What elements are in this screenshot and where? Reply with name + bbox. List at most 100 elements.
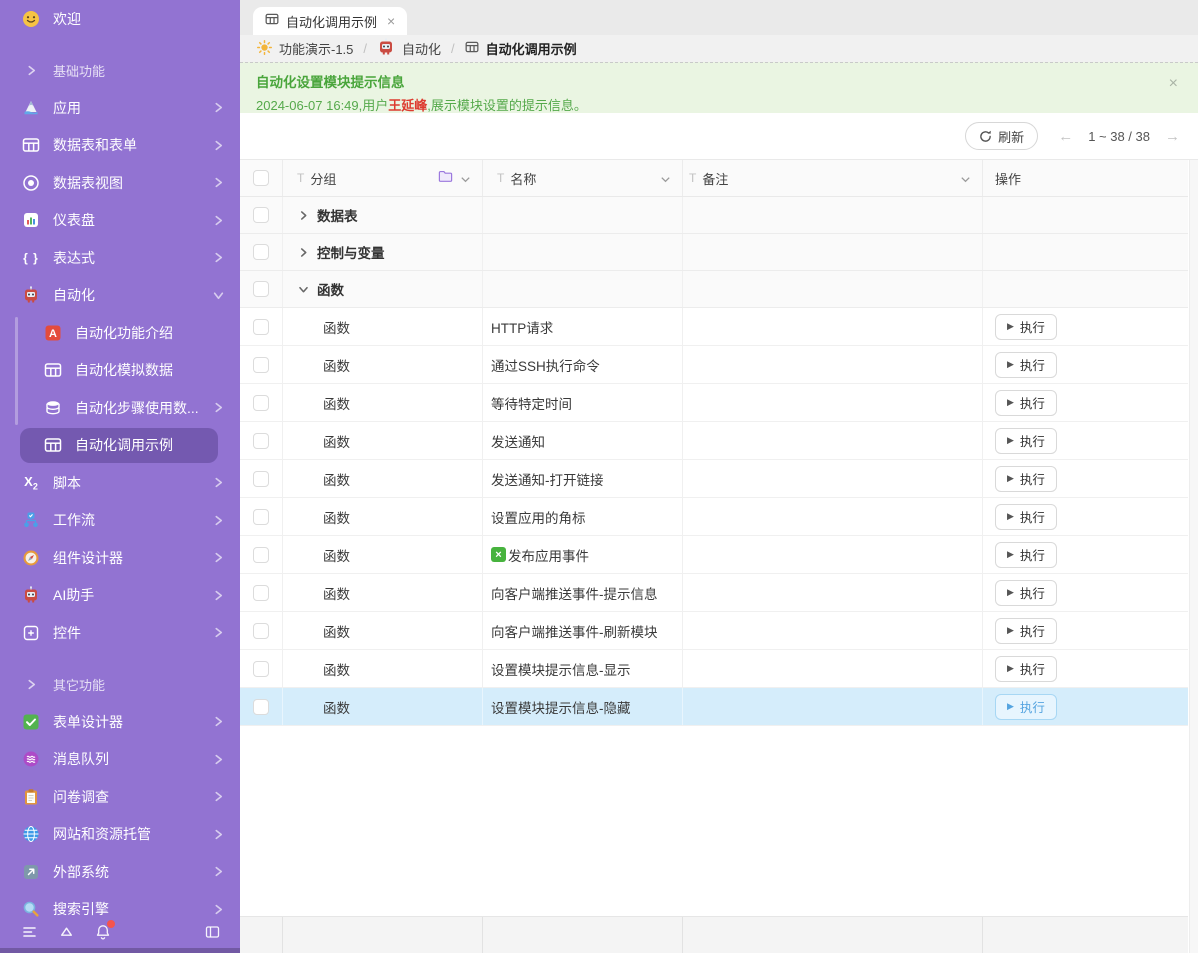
sidebar-section-17[interactable]: 其它功能 — [0, 666, 240, 704]
table-row-12[interactable]: 函数设置模块提示信息-显示▶执行 — [240, 650, 1188, 688]
sidebar-item-label: 工作流 — [53, 510, 213, 530]
table-row-9[interactable]: 函数×发布应用事件▶执行 — [240, 536, 1188, 574]
bell-icon[interactable] — [95, 924, 111, 940]
sidebar-item-15[interactable]: AI助手 — [0, 577, 240, 615]
select-all-checkbox[interactable] — [253, 170, 269, 186]
table-row-5[interactable]: 函数等待特定时间▶执行 — [240, 384, 1188, 422]
name-cell: ×发布应用事件 — [483, 536, 683, 573]
sidebar-item-20[interactable]: 问卷调查 — [0, 778, 240, 816]
execute-button[interactable]: ▶执行 — [995, 390, 1057, 416]
close-icon[interactable]: × — [387, 14, 395, 28]
prev-page-icon[interactable]: ← — [1058, 128, 1073, 145]
group-row-0[interactable]: 数据表 — [240, 197, 1188, 234]
app-root: 欢迎基础功能应用数据表和表单数据表视图仪表盘{ }表达式自动化A自动化功能介绍自… — [0, 0, 1198, 953]
row-checkbox[interactable] — [253, 433, 269, 449]
execute-button[interactable]: ▶执行 — [995, 580, 1057, 606]
table-row-8[interactable]: 函数设置应用的角标▶执行 — [240, 498, 1188, 536]
sidebar-item-5[interactable]: 仪表盘 — [0, 202, 240, 240]
execute-button[interactable]: ▶执行 — [995, 504, 1057, 530]
row-checkbox[interactable] — [253, 509, 269, 525]
action-cell: ▶执行 — [983, 384, 1188, 421]
group-cell[interactable]: 数据表 — [283, 197, 483, 233]
sidebar-section-1[interactable]: 基础功能 — [0, 52, 240, 90]
sidebar-item-7[interactable]: 自动化 — [0, 277, 240, 315]
breadcrumb: 功能演示-1.5/自动化/自动化调用示例 — [240, 35, 1198, 62]
menu-lines-icon[interactable] — [22, 925, 38, 939]
sidebar-item-21[interactable]: 网站和资源托管 — [0, 816, 240, 854]
sidebar-item-6[interactable]: { }表达式 — [0, 239, 240, 277]
table-row-4[interactable]: 函数通过SSH执行命令▶执行 — [240, 346, 1188, 384]
header-group[interactable]: T分组 — [283, 160, 483, 196]
sidebar-item-12[interactable]: X2脚本 — [0, 464, 240, 502]
row-checkbox[interactable] — [253, 699, 269, 715]
breadcrumb-item-0[interactable]: 功能演示-1.5 — [257, 39, 353, 58]
execute-button[interactable]: ▶执行 — [995, 542, 1057, 568]
header-note[interactable]: T备注 — [683, 160, 983, 196]
execute-button[interactable]: ▶执行 — [995, 656, 1057, 682]
chevron-right-icon[interactable] — [298, 247, 309, 258]
sidebar-item-23[interactable]: 搜索引擎 — [0, 891, 240, 919]
table-row-6[interactable]: 函数发送通知▶执行 — [240, 422, 1188, 460]
breadcrumb-item-2[interactable]: 自动化调用示例 — [465, 39, 577, 58]
row-checkbox[interactable] — [253, 281, 269, 297]
row-checkbox[interactable] — [253, 207, 269, 223]
table-row-13[interactable]: 函数设置模块提示信息-隐藏▶执行 — [240, 688, 1188, 726]
row-checkbox[interactable] — [253, 661, 269, 677]
execute-button[interactable]: ▶执行 — [995, 352, 1057, 378]
execute-button[interactable]: ▶执行 — [995, 466, 1057, 492]
execute-button[interactable]: ▶执行 — [995, 618, 1057, 644]
sidebar-item-10[interactable]: 自动化步骤使用数... — [0, 389, 240, 427]
group-row-1[interactable]: 控制与变量 — [240, 234, 1188, 271]
group-cell[interactable]: 控制与变量 — [283, 234, 483, 270]
chevron-down-icon[interactable] — [298, 284, 309, 295]
group-cell: 函数 — [283, 612, 483, 649]
eject-icon[interactable] — [59, 926, 74, 939]
sidebar-item-label: 自动化功能介绍 — [75, 323, 224, 343]
sidebar-item-19[interactable]: 消息队列 — [0, 741, 240, 779]
sidebar-item-18[interactable]: 表单设计器 — [0, 703, 240, 741]
execute-button[interactable]: ▶执行 — [995, 314, 1057, 340]
sidebar-item-11[interactable]: 自动化调用示例 — [0, 427, 240, 465]
row-checkbox[interactable] — [253, 319, 269, 335]
refresh-button[interactable]: 刷新 — [965, 122, 1038, 150]
breadcrumb-item-1[interactable]: 自动化 — [377, 38, 441, 59]
sidebar-item-3[interactable]: 数据表和表单 — [0, 127, 240, 165]
group-row-2[interactable]: 函数 — [240, 271, 1188, 308]
sidebar-item-4[interactable]: 数据表视图 — [0, 164, 240, 202]
row-checkbox[interactable] — [253, 357, 269, 373]
vertical-scrollbar[interactable] — [1189, 160, 1198, 953]
sidebar-item-9[interactable]: 自动化模拟数据 — [0, 352, 240, 390]
table-row-3[interactable]: 函数HTTP请求▶执行 — [240, 308, 1188, 346]
row-checkbox[interactable] — [253, 395, 269, 411]
sidebar-item-13[interactable]: 工作流 — [0, 502, 240, 540]
checkbox-cell — [240, 422, 283, 459]
row-checkbox[interactable] — [253, 471, 269, 487]
header-name[interactable]: T名称 — [483, 160, 683, 196]
tab-automation-call-example[interactable]: 自动化调用示例 × — [253, 7, 407, 35]
chevron-right-icon — [213, 515, 224, 526]
note-cell — [683, 650, 983, 687]
sidebar-item-8[interactable]: A自动化功能介绍 — [0, 314, 240, 352]
sidebar-item-0[interactable]: 欢迎 — [0, 0, 240, 38]
row-checkbox[interactable] — [253, 623, 269, 639]
sidebar-item-label: 消息队列 — [53, 749, 213, 769]
execute-button[interactable]: ▶执行 — [995, 428, 1057, 454]
row-checkbox[interactable] — [253, 585, 269, 601]
sidebar-item-16[interactable]: 控件 — [0, 614, 240, 652]
row-checkbox[interactable] — [253, 547, 269, 563]
sidebar-item-14[interactable]: 组件设计器 — [0, 539, 240, 577]
table-row-7[interactable]: 函数发送通知-打开链接▶执行 — [240, 460, 1188, 498]
chevron-right-icon — [213, 716, 224, 727]
chevron-right-icon[interactable] — [298, 210, 309, 221]
sidebar-item-label: 数据表和表单 — [53, 135, 213, 155]
table-row-11[interactable]: 函数向客户端推送事件-刷新模块▶执行 — [240, 612, 1188, 650]
sidebar-item-22[interactable]: 外部系统 — [0, 853, 240, 891]
close-icon[interactable]: × — [1169, 76, 1178, 92]
group-cell[interactable]: 函数 — [283, 271, 483, 307]
next-page-icon[interactable]: → — [1165, 128, 1180, 145]
table-row-10[interactable]: 函数向客户端推送事件-提示信息▶执行 — [240, 574, 1188, 612]
row-checkbox[interactable] — [253, 244, 269, 260]
execute-button[interactable]: ▶执行 — [995, 694, 1057, 720]
sidebar-item-2[interactable]: 应用 — [0, 89, 240, 127]
panel-toggle-icon[interactable] — [205, 925, 220, 939]
